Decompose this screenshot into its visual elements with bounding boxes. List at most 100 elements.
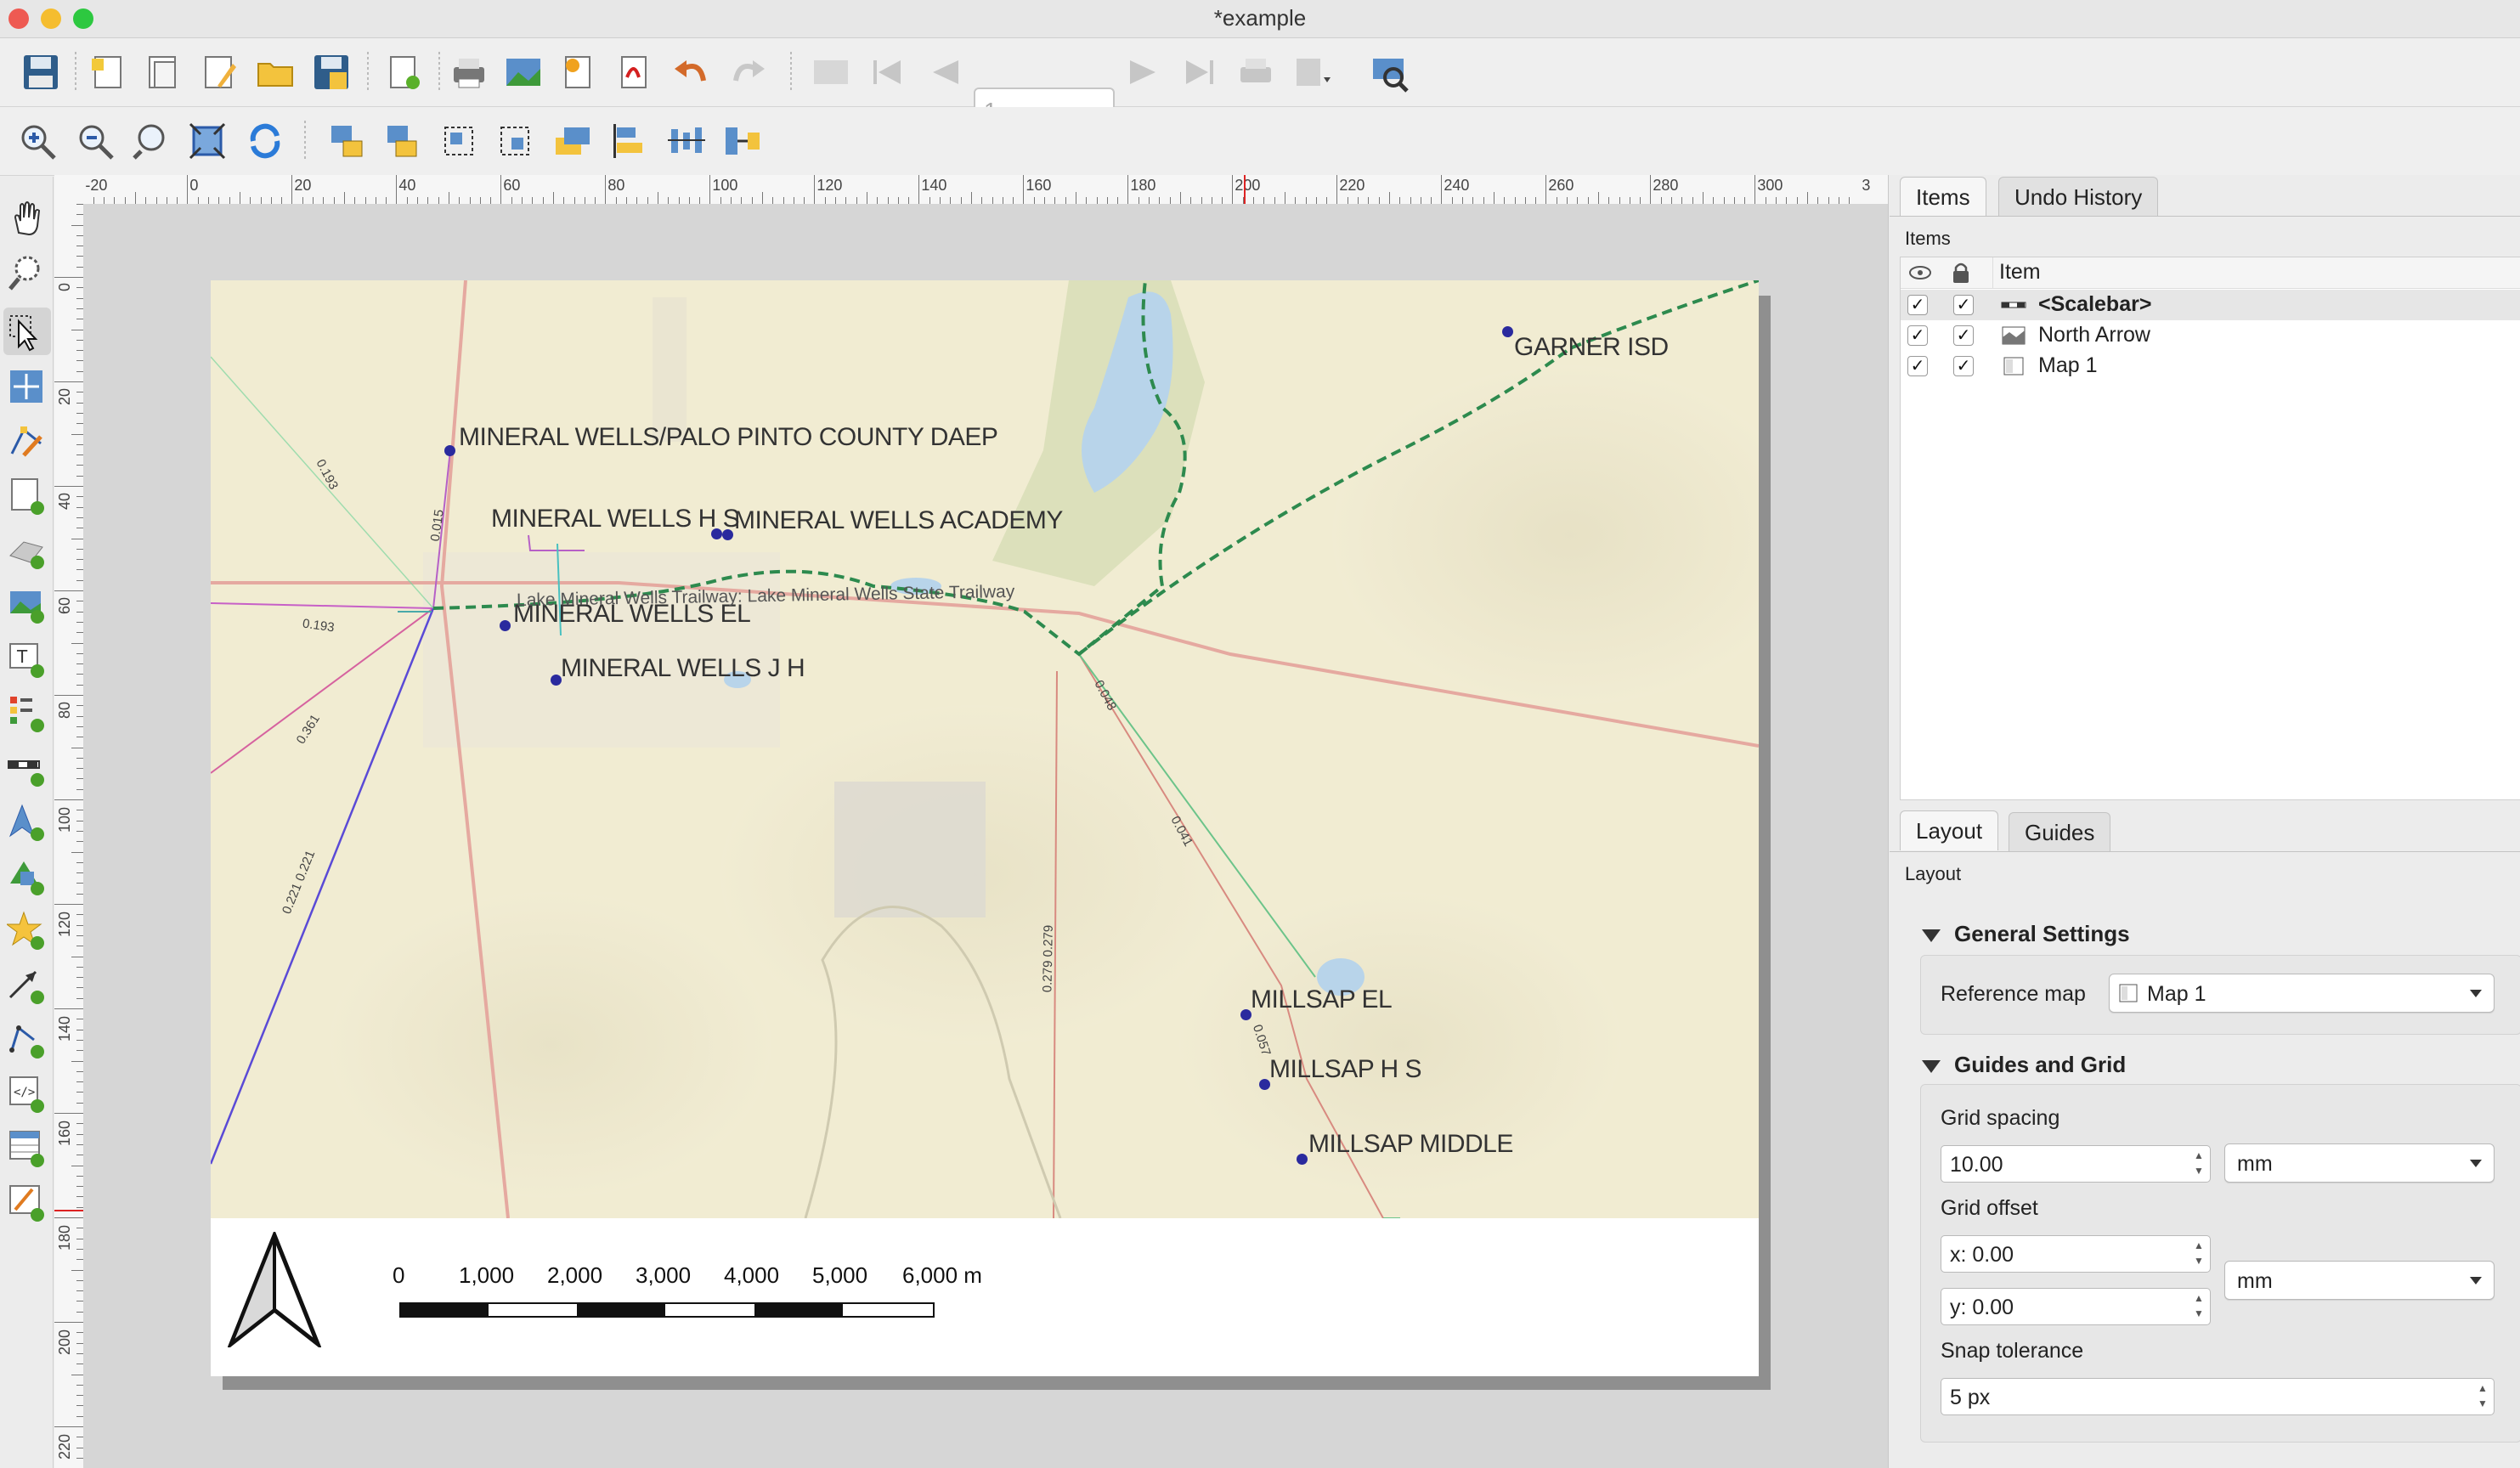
ruler-tick (54, 1113, 83, 1114)
items-row-map[interactable]: ✓ ✓ Map 1 (1901, 351, 2520, 381)
ruler-tick (542, 197, 544, 204)
ruler-tick (177, 197, 178, 204)
grid-offset-x-input[interactable]: x: 0.00 ▲ ▼ (1941, 1235, 2211, 1273)
tab-items[interactable]: Items (1900, 177, 1986, 217)
zoom-full-icon[interactable] (187, 121, 228, 161)
collapse-triangle-icon[interactable] (1922, 1060, 1941, 1073)
atlas-settings-icon[interactable] (1370, 52, 1410, 93)
add-label-icon[interactable]: T (7, 639, 46, 678)
scalebar[interactable]: 0 1,000 2,000 3,000 4,000 5,000 6,000 m (391, 1262, 982, 1322)
grid-offset-unit-combo[interactable]: mm (2224, 1261, 2495, 1300)
export-image-icon[interactable] (503, 52, 544, 93)
spin-arrows-icon[interactable]: ▲ ▼ (2189, 1238, 2208, 1270)
ruler-tick (522, 197, 523, 204)
scalebar-label: 1,000 (459, 1262, 515, 1288)
zoom-in-icon[interactable] (17, 121, 58, 161)
zoom-100-icon[interactable] (131, 121, 172, 161)
select-move-item-icon[interactable] (7, 313, 46, 352)
tab-layout[interactable]: Layout (1900, 810, 1999, 850)
ruler-tick (1441, 175, 1443, 204)
grid-spacing-input[interactable]: 10.00 ▲ ▼ (1941, 1145, 2211, 1183)
undo-icon[interactable] (671, 52, 712, 93)
lock-checkbox[interactable]: ✓ (1953, 356, 1974, 376)
tab-undo-history[interactable]: Undo History (1998, 177, 2159, 217)
add-pages-icon[interactable] (382, 52, 423, 93)
pan-tool-icon[interactable] (7, 199, 46, 238)
north-arrow[interactable] (228, 1232, 321, 1347)
add-3d-map-icon[interactable] (7, 530, 46, 569)
add-fixed-table-icon[interactable] (7, 1183, 46, 1222)
unlock-items-icon[interactable] (382, 121, 423, 161)
tab-guides[interactable]: Guides (2009, 812, 2111, 852)
visibility-checkbox[interactable]: ✓ (1907, 295, 1928, 315)
ruler-label: 220 (56, 1433, 73, 1460)
move-content-icon[interactable] (7, 367, 46, 406)
visibility-checkbox[interactable]: ✓ (1907, 356, 1928, 376)
lock-checkbox[interactable]: ✓ (1953, 325, 1974, 346)
ruler-tick (887, 197, 889, 204)
add-polyline-icon[interactable] (7, 1019, 46, 1059)
grid-offset-y-input[interactable]: y: 0.00 ▲ ▼ (1941, 1288, 2211, 1325)
snap-tolerance-input[interactable]: 5 px ▲ ▼ (1941, 1378, 2495, 1415)
refresh-view-icon[interactable] (245, 121, 285, 161)
add-html-icon[interactable]: </> (7, 1074, 46, 1113)
align-items-icon[interactable] (608, 121, 649, 161)
lock-items-icon[interactable] (326, 121, 367, 161)
distribute-items-icon[interactable] (666, 121, 707, 161)
group-items-icon[interactable] (438, 121, 479, 161)
ruler-tick (479, 197, 481, 204)
print-icon[interactable] (449, 52, 489, 93)
ruler-tick (76, 757, 83, 759)
ruler-label: 180 (56, 1224, 73, 1251)
add-scalebar-icon[interactable] (7, 748, 46, 787)
save-project-icon[interactable] (20, 52, 61, 93)
lock-checkbox[interactable]: ✓ (1953, 295, 1974, 315)
horizontal-ruler[interactable]: -20 0 20 40 60 80 100 120 140 160 180 200 220 240 260 2… (83, 175, 1888, 205)
collapse-triangle-icon[interactable] (1922, 929, 1941, 942)
ungroup-items-icon[interactable] (494, 121, 535, 161)
add-attribute-table-icon[interactable] (7, 1128, 46, 1167)
ruler-tick (76, 841, 83, 843)
ruler-tick (76, 256, 83, 257)
ruler-label: 3 (1862, 177, 1871, 194)
general-settings-header[interactable]: General Settings (1954, 921, 2130, 947)
items-tree[interactable]: Item ✓ ✓ <Scalebar> ✓ ✓ North Arrow ✓ ✓ … (1900, 257, 2520, 800)
guides-grid-header[interactable]: Guides and Grid (1954, 1052, 2126, 1078)
spin-arrows-icon[interactable]: ▲ ▼ (2189, 1148, 2208, 1180)
duplicate-layout-icon[interactable] (143, 52, 184, 93)
export-svg-icon[interactable] (557, 52, 598, 93)
zoom-tool-icon[interactable] (7, 253, 46, 292)
ruler-tick (76, 559, 83, 561)
add-picture-icon[interactable] (7, 584, 46, 624)
add-legend-icon[interactable] (7, 693, 46, 732)
resize-items-icon[interactable] (722, 121, 763, 161)
map-item[interactable]: MINERAL WELLS/PALO PINTO COUNTY DAEP MIN… (211, 280, 1759, 1218)
add-arrow-icon[interactable] (7, 965, 46, 1004)
items-row-scalebar[interactable]: ✓ ✓ <Scalebar> (1901, 290, 2520, 320)
save-as-template-icon[interactable] (311, 52, 352, 93)
ruler-tick (960, 197, 962, 204)
new-layout-icon[interactable] (88, 52, 129, 93)
add-marker-icon[interactable] (7, 911, 46, 950)
ruler-tick (76, 1279, 83, 1281)
ruler-label: 120 (56, 911, 73, 937)
spin-arrows-icon[interactable]: ▲ ▼ (2189, 1290, 2208, 1323)
add-north-arrow-icon[interactable] (7, 802, 46, 841)
add-map-icon[interactable] (7, 476, 46, 515)
ruler-label: 40 (56, 492, 73, 510)
vertical-ruler[interactable]: 0 20 40 60 80 100 120 140 160 180 200 220 (54, 204, 84, 1468)
layout-manager-icon[interactable] (199, 52, 240, 93)
export-pdf-icon[interactable] (613, 52, 654, 93)
open-template-icon[interactable] (255, 52, 296, 93)
reference-map-combo[interactable]: Map 1 (2109, 974, 2495, 1013)
edit-nodes-icon[interactable] (7, 421, 46, 460)
add-shape-icon[interactable] (7, 856, 46, 895)
toolbar-separator (438, 52, 440, 93)
items-row-north-arrow[interactable]: ✓ ✓ North Arrow (1901, 320, 2520, 351)
grid-spacing-unit-combo[interactable]: mm (2224, 1143, 2495, 1183)
zoom-out-icon[interactable] (75, 121, 116, 161)
visibility-checkbox[interactable]: ✓ (1907, 325, 1928, 346)
cursor-marker (1244, 175, 1246, 204)
raise-items-icon[interactable] (552, 121, 593, 161)
spin-arrows-icon[interactable]: ▲ ▼ (2473, 1380, 2492, 1413)
